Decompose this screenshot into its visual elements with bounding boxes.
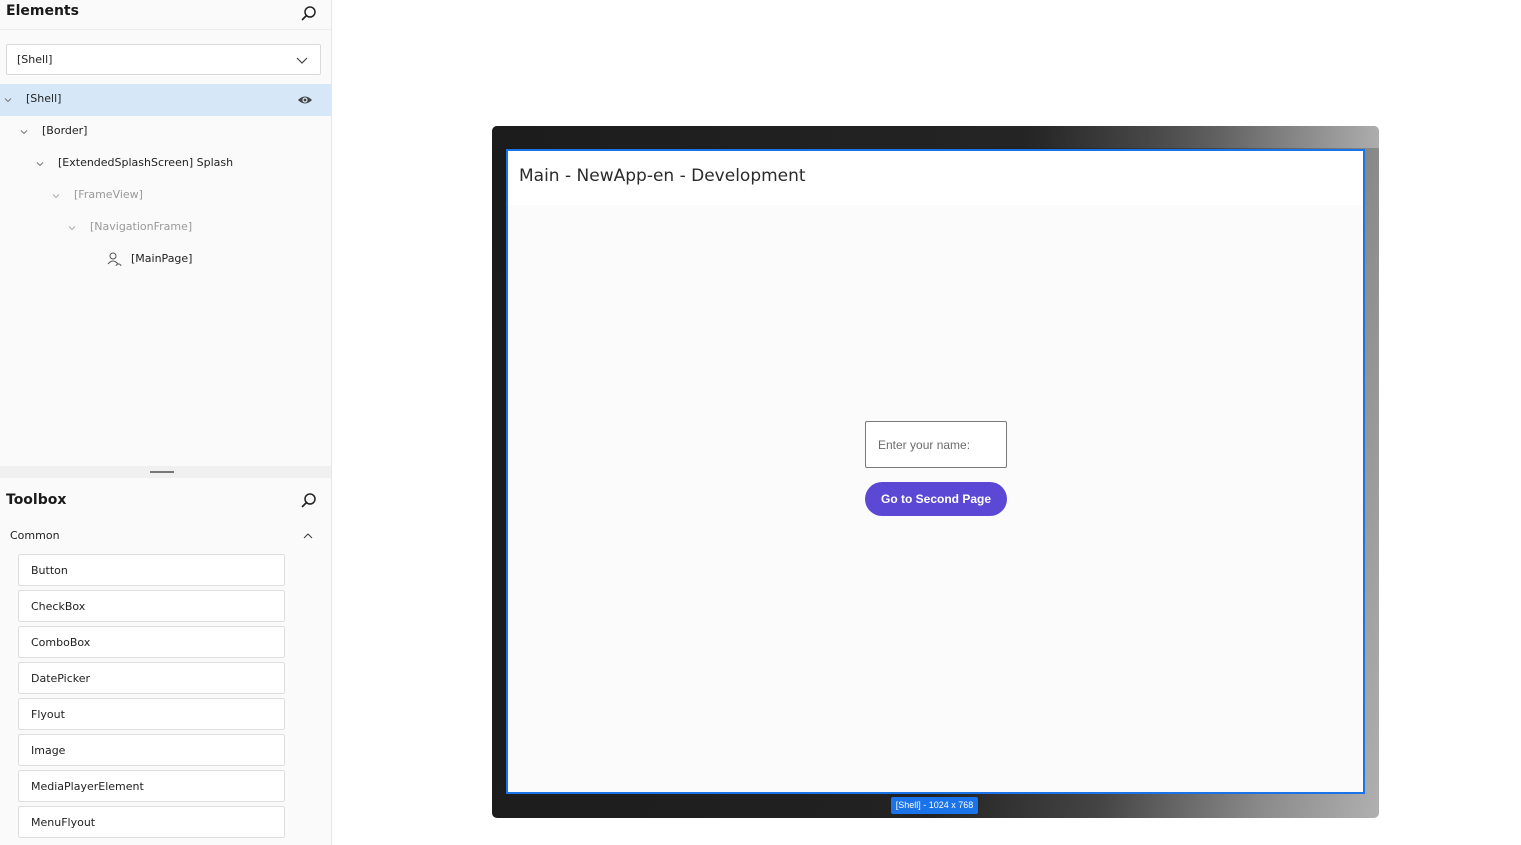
chevron-down-icon[interactable] [20,128,28,136]
toolbox-item-checkbox[interactable]: CheckBox [18,590,285,622]
toolbox-title: Toolbox [6,492,67,508]
go-to-second-page-button[interactable]: Go to Second Page [865,482,1007,516]
chevron-up-icon [303,533,313,539]
toolbox-item-label: CheckBox [31,600,86,613]
tree-item-label: [NavigationFrame] [90,220,193,233]
search-icon [301,493,316,508]
toolbox-item-label: Button [31,564,68,577]
toolbox-item-label: MenuFlyout [31,816,96,829]
name-input[interactable] [865,421,1007,468]
chevron-down-icon[interactable] [4,96,12,104]
elements-search-button[interactable] [299,4,319,24]
tree-item-frameview[interactable]: [FrameView] [0,180,331,212]
tree-item-splash[interactable]: [ExtendedSplashScreen] Splash [0,148,331,180]
chevron-down-icon [296,57,308,64]
tree-item-label: [Border] [42,124,88,137]
toolbox-category-common[interactable]: Common [0,522,331,550]
element-tree: [Shell] [Border] [ExtendedSplashScreen] … [0,84,331,276]
tree-item-shell[interactable]: [Shell] [0,84,331,116]
scope-dropdown-value: [Shell] [17,53,53,66]
chevron-down-icon[interactable] [52,192,60,200]
search-icon [301,6,316,21]
panel-splitter[interactable] [0,466,331,478]
tree-item-navigationframe[interactable]: [NavigationFrame] [0,212,331,244]
elements-title: Elements [6,3,79,19]
app-titlebar: Main - NewApp-en - Development [508,151,1363,205]
left-panel: Elements [Shell] [Shell] [Border] [Exten… [0,0,332,845]
toolbox-list: Button CheckBox ComboBox DatePicker Flyo… [18,554,285,842]
toolbox-search-button[interactable] [299,491,319,511]
toolbox-item-label: MediaPlayerElement [31,780,144,793]
toolbox-item-label: ComboBox [31,636,91,649]
toolbox-item-mediaplayerelement[interactable]: MediaPlayerElement [18,770,285,802]
app-title: Main - NewApp-en - Development [519,166,806,186]
toolbox-item-datepicker[interactable]: DatePicker [18,662,285,694]
tree-item-mainpage[interactable]: [MainPage] [0,244,331,276]
chevron-down-icon[interactable] [36,160,44,168]
toolbox-item-label: DatePicker [31,672,91,685]
toolbox-item-flyout[interactable]: Flyout [18,698,285,730]
toolbox-item-label: Flyout [31,708,65,721]
tree-item-label: [ExtendedSplashScreen] Splash [58,156,234,169]
tree-item-label: [Shell] [26,92,62,105]
tree-item-label: [FrameView] [74,188,143,201]
eye-icon[interactable] [297,93,313,107]
page-user-icon [107,252,122,267]
splitter-grip[interactable] [150,471,174,473]
tree-item-label: [MainPage] [131,252,193,265]
toolbox-item-button[interactable]: Button [18,554,285,586]
toolbox-item-menuflyout[interactable]: MenuFlyout [18,806,285,838]
category-label: Common [10,529,60,542]
toolbox-item-combobox[interactable]: ComboBox [18,626,285,658]
chevron-down-icon[interactable] [68,224,76,232]
toolbox-header: Toolbox [0,485,331,515]
toolbox-item-image[interactable]: Image [18,734,285,766]
toolbox-item-label: Image [31,744,66,757]
tree-item-border[interactable]: [Border] [0,116,331,148]
size-badge: [Shell] - 1024 x 768 [891,797,978,814]
scope-dropdown[interactable]: [Shell] [6,44,321,75]
preview-screen[interactable]: Main - NewApp-en - Development Go to Sec… [506,149,1365,794]
elements-header: Elements [0,0,331,30]
